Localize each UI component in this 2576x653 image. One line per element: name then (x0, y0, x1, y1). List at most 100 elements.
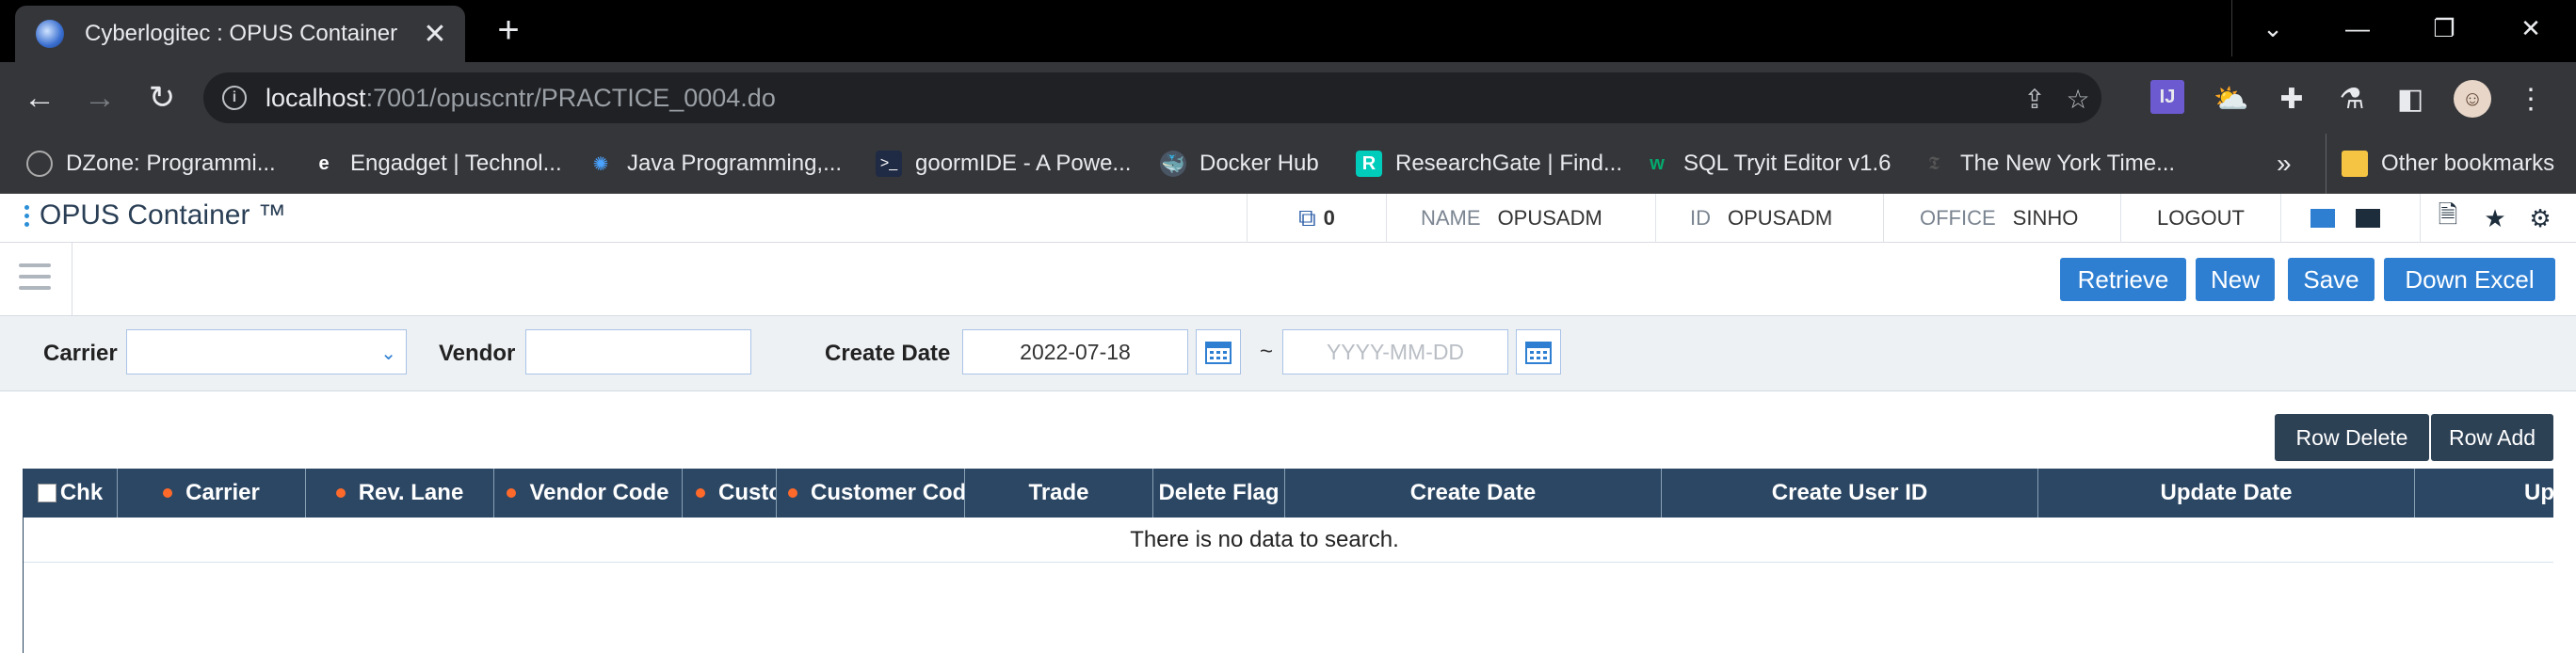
select-all-checkbox[interactable] (37, 484, 56, 502)
app-logo[interactable]: OPUS Container ™ (24, 199, 286, 231)
bookmarks-overflow-button[interactable]: » (2277, 134, 2292, 194)
restore-icon[interactable]: ❐ (2403, 0, 2486, 56)
close-window-icon[interactable]: ✕ (2489, 0, 2572, 56)
tab-search-icon[interactable]: ⌄ (2231, 0, 2314, 56)
bookmark-nytimes[interactable]: 𝕿 The New York Time... (1921, 134, 2175, 194)
bookmark-label: goormIDE - A Powe... (915, 151, 1132, 176)
bookmark-sql-tryit[interactable]: w SQL Tryit Editor v1.6 (1644, 134, 1891, 194)
column-customer[interactable]: Custo (683, 469, 777, 518)
column-label: Custo (718, 480, 777, 505)
create-date-to-input[interactable]: YYYY-MM-DD (1282, 329, 1508, 374)
user-office: OFFICE SINHO (1883, 194, 2120, 243)
required-dot-icon (788, 488, 797, 498)
column-vendor-code[interactable]: Vendor Code (494, 469, 683, 518)
bookmark-java-programming[interactable]: ✺ Java Programming,... (588, 134, 842, 194)
vendor-label: Vendor (439, 341, 516, 366)
app-header: OPUS Container ™ ⧉ 0 NAME OPUSADM ID OPU… (0, 194, 2576, 243)
url-path: :7001/opuscntr/PRACTICE_0004.do (365, 83, 776, 112)
bookmark-engadget[interactable]: e Engadget | Technol... (311, 134, 562, 194)
create-date-from-input[interactable]: 2022-07-18 (962, 329, 1188, 374)
column-create-user-id[interactable]: Create User ID (1662, 469, 2038, 518)
minimize-icon[interactable]: — (2316, 0, 2399, 56)
id-value: OPUSADM (1728, 206, 1833, 230)
retrieve-button[interactable]: Retrieve (2060, 258, 2186, 301)
row-add-button[interactable]: Row Add (2431, 414, 2553, 461)
forward-icon[interactable]: → (79, 77, 121, 119)
column-update-user[interactable]: Up (2415, 469, 2553, 518)
engadget-icon: e (318, 152, 330, 174)
close-tab-icon[interactable]: ✕ (416, 18, 454, 51)
column-trade[interactable]: Trade (965, 469, 1153, 518)
column-create-date[interactable]: Create Date (1285, 469, 1662, 518)
column-update-date[interactable]: Update Date (2038, 469, 2415, 518)
search-panel: Carrier ⌄ Vendor Create Date 2022-07-18 … (0, 316, 2576, 391)
dzone-icon (26, 151, 53, 177)
browser-menu-icon[interactable]: ⋮ (2512, 80, 2550, 118)
required-dot-icon (696, 488, 705, 498)
column-customer-code[interactable]: Customer Cod (777, 469, 965, 518)
name-value: OPUSADM (1497, 206, 1602, 230)
column-rev-lane[interactable]: Rev. Lane (306, 469, 494, 518)
url-input[interactable]: i localhost:7001/opuscntr/PRACTICE_0004.… (203, 72, 2101, 123)
bookmark-goormide[interactable]: >_ goormIDE - A Powe... (876, 134, 1131, 194)
favorite-star-icon[interactable]: ★ (2482, 204, 2508, 232)
profile-avatar[interactable]: ☺ (2454, 80, 2491, 118)
other-bookmarks-folder[interactable]: Other bookmarks (2326, 134, 2554, 194)
column-label: Create Date (1409, 480, 1537, 505)
settings-gear-icon[interactable]: ⚙ (2527, 204, 2553, 232)
bookmark-researchgate[interactable]: R ResearchGate | Find... (1356, 134, 1622, 194)
bookmark-docker-hub[interactable]: 🐳 Docker Hub (1160, 134, 1319, 194)
folder-icon (2342, 151, 2368, 177)
column-label: Delete Flag (1158, 480, 1280, 505)
logout-button[interactable]: LOGOUT (2120, 194, 2280, 243)
save-button[interactable]: Save (2288, 258, 2375, 301)
required-dot-icon (507, 488, 517, 498)
weather-extension-icon[interactable]: ⛅ (2213, 80, 2250, 118)
row-delete-button[interactable]: Row Delete (2275, 414, 2429, 461)
side-panel-icon[interactable]: ◧ (2391, 80, 2429, 118)
carrier-select[interactable]: ⌄ (126, 329, 407, 374)
column-label: Update Date (2160, 480, 2293, 505)
vendor-input[interactable] (525, 329, 751, 374)
column-carrier[interactable]: Carrier (118, 469, 306, 518)
column-label: Rev. Lane (358, 480, 464, 505)
researchgate-icon: R (1356, 151, 1382, 177)
bookmark-label: DZone: Programmi... (66, 151, 276, 176)
calendar-from-icon[interactable] (1196, 329, 1241, 374)
calendar-to-icon[interactable] (1516, 329, 1561, 374)
carrier-label: Carrier (43, 341, 118, 366)
data-grid: Chk Carrier Rev. Lane Vendor Code Custo … (23, 469, 2553, 653)
bookmark-star-icon[interactable]: ☆ (2064, 86, 2092, 114)
menu-hamburger-icon[interactable] (19, 263, 51, 295)
column-chk[interactable]: Chk (24, 469, 118, 518)
back-icon[interactable]: ← (19, 77, 60, 119)
share-icon[interactable]: ⇪ (2021, 86, 2049, 114)
workflow-icon: ⧉ (1298, 203, 1316, 231)
terminal-icon: >_ (876, 151, 902, 177)
office-key: OFFICE (1920, 206, 1996, 230)
notifications[interactable]: ⧉ 0 (1247, 194, 1386, 243)
browser-tab[interactable]: Cyberlogitec : OPUS Container ✕ (15, 6, 465, 62)
single-layout-icon[interactable] (2356, 209, 2380, 228)
column-label: Trade (1028, 480, 1089, 505)
site-info-icon[interactable]: i (222, 86, 247, 110)
reload-icon[interactable]: ↻ (141, 77, 183, 119)
intellij-extension-icon[interactable]: IJ (2150, 80, 2184, 114)
down-excel-button[interactable]: Down Excel (2384, 258, 2555, 301)
chevron-down-icon: ⌄ (380, 343, 396, 364)
notification-count: 0 (1323, 206, 1335, 230)
bookmark-dzone[interactable]: DZone: Programmi... (26, 134, 276, 194)
docker-icon: 🐳 (1160, 151, 1186, 177)
new-tab-icon[interactable]: + (490, 11, 527, 49)
site-favicon-icon (36, 20, 64, 48)
column-label: Customer Cod (811, 480, 965, 505)
labs-flask-icon[interactable]: ⚗ (2333, 80, 2371, 118)
extensions-puzzle-icon[interactable]: ✚ (2273, 80, 2310, 118)
column-delete-flag[interactable]: Delete Flag (1153, 469, 1285, 518)
new-button[interactable]: New (2196, 258, 2275, 301)
toolbar: Retrieve New Save Down Excel (0, 243, 2576, 316)
browser-tab-bar: Cyberlogitec : OPUS Container ✕ + ⌄ — ❐ … (0, 0, 2576, 62)
document-icon[interactable]: 🗎 (2435, 200, 2461, 231)
split-layout-icon[interactable] (2310, 209, 2335, 228)
bookmark-label: Engadget | Technol... (350, 151, 562, 176)
